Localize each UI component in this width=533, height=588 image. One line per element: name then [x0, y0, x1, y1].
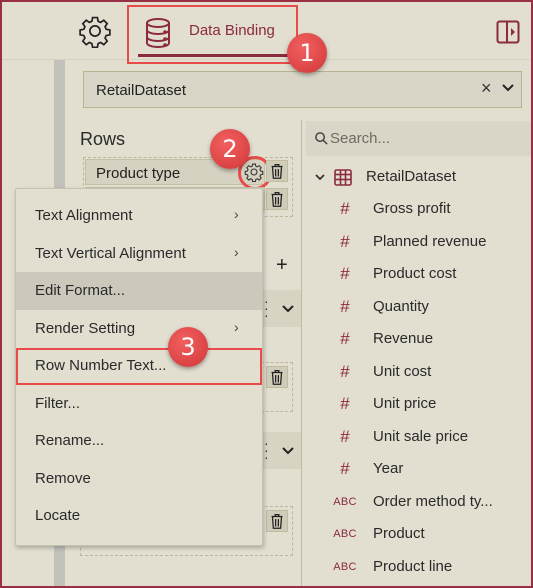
gear-icon[interactable]: [78, 14, 112, 48]
highlight-box-tab: [127, 5, 298, 64]
menu-item-label: Filter...: [35, 394, 81, 412]
field-list-item[interactable]: # Unit cost: [330, 356, 530, 389]
field-list-item[interactable]: ABC Product line: [330, 551, 530, 584]
chevron-down-icon[interactable]: [281, 444, 295, 458]
table-icon: [334, 169, 352, 186]
chevron-down-icon[interactable]: [501, 81, 515, 95]
number-type-icon: #: [340, 199, 350, 218]
search-input[interactable]: Search...: [306, 121, 533, 156]
trash-icon: [271, 514, 283, 529]
panel-toggle-icon[interactable]: [496, 20, 520, 44]
delete-button[interactable]: [266, 510, 288, 532]
field-list: # Gross profit # Planned revenue # Product co…: [330, 193, 530, 583]
header: Data Binding 1: [0, 0, 533, 73]
callout-2: 2: [210, 129, 250, 169]
number-type-icon: #: [340, 459, 350, 478]
field-label: Gross profit: [373, 200, 451, 217]
divider: [301, 120, 302, 588]
field-label: Planned revenue: [373, 232, 487, 250]
field-list-item[interactable]: ABC Order method ty...: [330, 486, 530, 519]
menu-item-edit-format[interactable]: Edit Format...: [16, 272, 262, 310]
menu-item-label: Render Setting: [35, 319, 136, 337]
add-icon[interactable]: +: [276, 254, 288, 277]
field-label: Order method ty...: [373, 492, 493, 510]
dataset-name: RetailDataset: [366, 168, 457, 185]
chevron-down-icon[interactable]: [281, 302, 295, 316]
field-list-item[interactable]: # Planned revenue: [330, 226, 530, 259]
menu-item-label: Remove: [35, 469, 91, 487]
field-list-item[interactable]: # Quantity: [330, 291, 530, 324]
field-list-item[interactable]: # Year: [330, 453, 530, 486]
chevron-down-icon[interactable]: [314, 171, 326, 183]
number-type-icon: #: [340, 394, 350, 413]
dataset-select[interactable]: RetailDataset ×: [83, 71, 522, 108]
trash-icon: [271, 164, 283, 179]
field-list-item[interactable]: # Unit price: [330, 388, 530, 421]
dataset-select-value: RetailDataset: [96, 82, 187, 99]
field-list-item[interactable]: # Revenue: [330, 323, 530, 356]
delete-button[interactable]: [266, 366, 288, 388]
menu-item-label: Locate: [35, 507, 81, 524]
menu-item-filter[interactable]: Filter...: [16, 385, 262, 423]
row-field-label: Product type: [96, 165, 181, 182]
string-type-icon: ABC: [333, 495, 357, 508]
field-label: Year: [373, 460, 404, 477]
number-type-icon: #: [340, 231, 350, 251]
menu-item-render-setting[interactable]: Render Setting ›: [16, 310, 262, 348]
rows-section-title: Rows: [80, 129, 126, 149]
menu-item-label: Text Vertical Alignment: [35, 244, 186, 262]
number-type-icon: #: [340, 426, 350, 446]
delete-button[interactable]: [266, 188, 288, 210]
chevron-right-icon: ›: [234, 206, 239, 222]
highlight-box-row-number-text: [16, 348, 262, 385]
field-label: Unit price: [373, 395, 437, 412]
chevron-right-icon: ›: [234, 243, 239, 260]
field-list-item[interactable]: # Unit sale price: [330, 421, 530, 454]
field-label: Product cost: [373, 265, 457, 282]
number-type-icon: #: [340, 296, 350, 316]
search-placeholder: Search...: [330, 130, 391, 147]
field-label: Product: [373, 525, 425, 542]
field-label: Unit cost: [373, 362, 432, 380]
field-list-item[interactable]: ABC Product: [330, 518, 530, 551]
callout-1: 1: [287, 33, 327, 73]
field-list-item[interactable]: # Gross profit: [330, 193, 530, 226]
string-type-icon: ABC: [333, 560, 357, 573]
chevron-right-icon: ›: [234, 318, 239, 335]
menu-item-label: Text Alignment: [35, 207, 133, 224]
drag-handle-icon[interactable]: · · ·: [264, 294, 269, 322]
number-type-icon: #: [340, 264, 350, 283]
search-icon: [315, 132, 328, 145]
menu-item-label: Rename...: [35, 432, 105, 449]
menu-item-label: Edit Format...: [35, 282, 126, 299]
menu-item-locate[interactable]: Locate: [16, 497, 262, 535]
field-list-item[interactable]: # Product cost: [330, 258, 530, 291]
delete-button[interactable]: [266, 160, 288, 182]
number-type-icon: #: [340, 361, 350, 381]
number-type-icon: #: [340, 329, 350, 348]
field-label: Revenue: [373, 330, 434, 347]
menu-item-remove[interactable]: Remove: [16, 460, 262, 498]
field-label: Product line: [373, 557, 453, 575]
menu-item-rename[interactable]: Rename...: [16, 422, 262, 460]
field-label: Quantity: [373, 297, 429, 315]
clear-icon[interactable]: ×: [481, 78, 492, 99]
drag-handle-icon[interactable]: · · ·: [264, 436, 269, 464]
menu-item-text-alignment[interactable]: Text Alignment ›: [16, 197, 262, 235]
callout-3: 3: [168, 327, 208, 367]
menu-item-text-vertical-alignment[interactable]: Text Vertical Alignment ›: [16, 235, 262, 273]
trash-icon: [271, 192, 283, 207]
trash-icon: [271, 370, 283, 385]
field-label: Unit sale price: [373, 427, 469, 445]
string-type-icon: ABC: [333, 528, 357, 540]
